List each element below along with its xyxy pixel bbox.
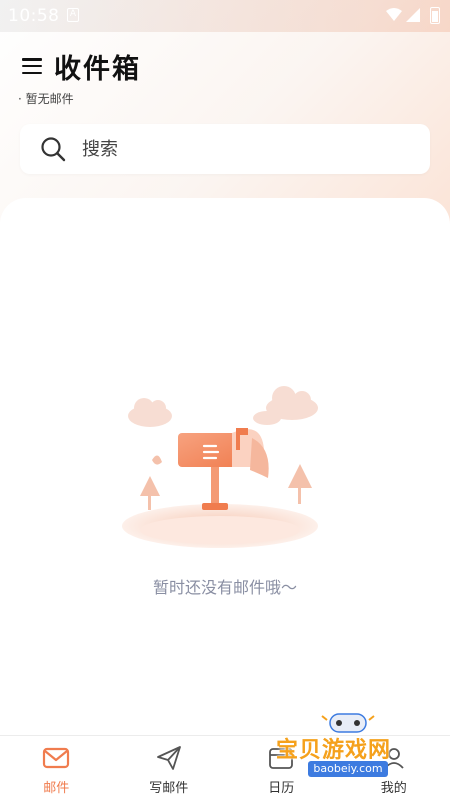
- empty-state-message: 暂时还没有邮件哦～: [0, 574, 450, 598]
- mail-count-subtitle: · 暂无邮件: [18, 90, 74, 107]
- search-icon: [40, 136, 66, 162]
- notification-icon: A: [67, 8, 79, 22]
- mail-list-panel: 暂时还没有邮件哦～: [0, 198, 450, 738]
- mail-icon: [42, 744, 70, 772]
- search-input[interactable]: [80, 138, 384, 161]
- watermark-title: 宝贝游戏网: [276, 732, 391, 764]
- tab-mail-label: 邮件: [43, 777, 69, 796]
- search-bar[interactable]: [20, 124, 430, 174]
- watermark-url: baobeiy.com: [308, 761, 388, 777]
- empty-mailbox-illustration: [112, 378, 332, 558]
- wifi-icon: [386, 8, 402, 22]
- send-icon: [155, 744, 183, 772]
- menu-icon[interactable]: [22, 58, 42, 74]
- tab-mail[interactable]: 邮件: [0, 736, 113, 801]
- page-title: 收件箱: [54, 47, 141, 86]
- signal-icon: [406, 8, 420, 22]
- tab-compose[interactable]: 写邮件: [113, 736, 226, 801]
- status-time: 10:58: [8, 6, 60, 26]
- site-watermark: 宝贝游戏网 baobeiy.com: [276, 708, 446, 790]
- page-header: 收件箱: [22, 48, 141, 84]
- status-bar: 10:58 A: [0, 0, 450, 32]
- tab-compose-label: 写邮件: [149, 777, 188, 796]
- battery-icon: [430, 7, 440, 24]
